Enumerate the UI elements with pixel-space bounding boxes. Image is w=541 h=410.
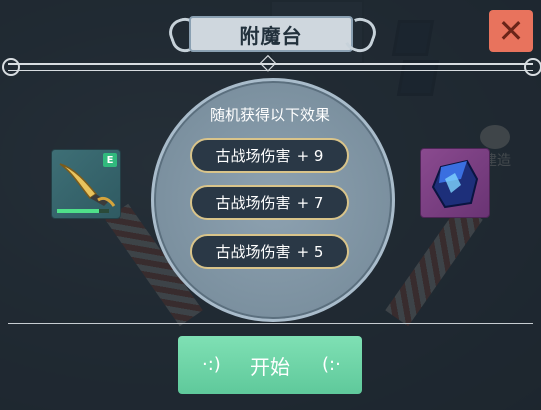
close-button[interactable]: ✕ <box>489 10 533 52</box>
start-button[interactable]: ·:) 开始 (:· <box>178 336 362 394</box>
button-ornament-right-icon: (:· <box>322 354 341 375</box>
effect-name: 古战场伤害 <box>215 194 291 212</box>
durability-bar <box>57 209 109 213</box>
effect-name: 古战场伤害 <box>215 243 291 261</box>
effect-value: + 9 <box>296 146 324 165</box>
divider-curl-left <box>2 58 20 76</box>
effect-value: + 7 <box>296 193 324 212</box>
close-icon: ✕ <box>497 12 525 50</box>
blue-gem-cube-icon <box>431 159 479 209</box>
button-ornament-left-icon: ·:) <box>202 354 221 375</box>
effects-heading: 随机获得以下效果 <box>209 106 330 124</box>
effect-item: 古战场伤害 + 5 <box>190 234 349 269</box>
durability-fill <box>57 209 99 213</box>
effect-item: 古战场伤害 + 9 <box>190 138 349 173</box>
start-button-label: 开始 <box>250 354 290 379</box>
effect-item: 古战场伤害 + 7 <box>190 185 349 220</box>
tier-badge: E <box>103 153 117 167</box>
effect-name: 古战场伤害 <box>215 147 291 165</box>
panel-title: 附魔台 <box>189 16 353 52</box>
effect-value: + 5 <box>296 242 324 261</box>
weapon-slot[interactable]: E <box>51 149 121 219</box>
divider-diamond-ornament: ◇ <box>259 50 277 75</box>
footer-divider <box>8 323 533 324</box>
divider-curl-right <box>524 58 541 76</box>
catalyst-slot[interactable] <box>420 148 490 218</box>
enchant-panel: 附魔台 ✕ ◇ E 随机获得以下效果 古战场伤害 + 9 古战场伤害 + 7 古… <box>0 0 541 410</box>
